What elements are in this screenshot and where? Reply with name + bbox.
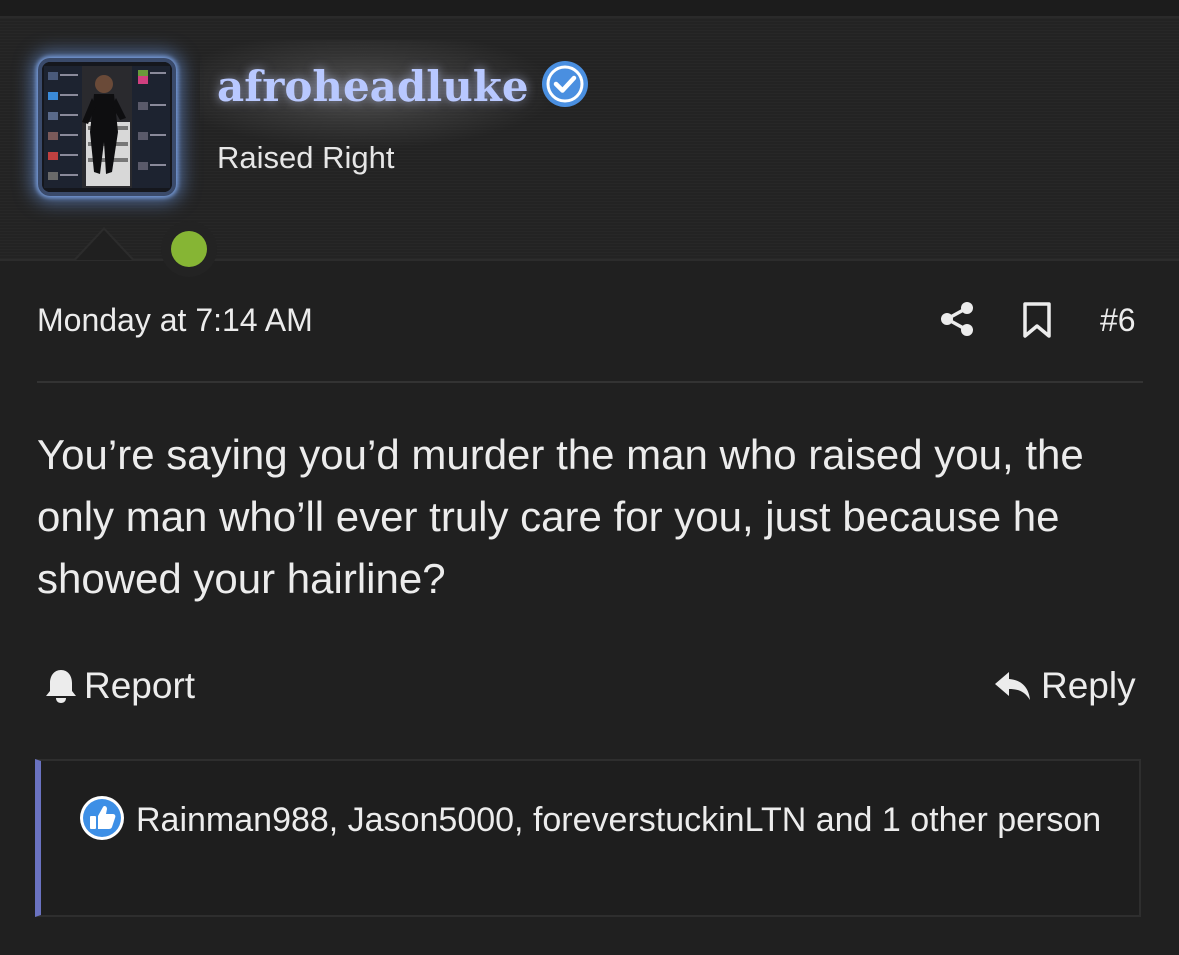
reply-arrow-icon <box>995 672 1030 700</box>
avatar[interactable] <box>38 58 217 277</box>
header-pointer <box>76 230 132 260</box>
username-link[interactable]: afroheadluke <box>217 62 529 111</box>
bell-icon <box>46 670 76 703</box>
user-title: Raised Right <box>217 140 395 175</box>
reply-button[interactable]: Reply <box>993 664 1136 708</box>
online-status-indicator <box>161 221 217 277</box>
bookmark-icon[interactable] <box>1021 302 1053 338</box>
share-icon[interactable] <box>939 301 975 337</box>
post-message: You’re saying you’d murder the man who r… <box>37 431 1084 602</box>
avatar-picture-icon <box>42 62 172 192</box>
reply-label: Reply <box>1041 665 1136 706</box>
report-label: Report <box>84 665 196 706</box>
avatar-image <box>42 62 172 192</box>
verified-check-icon <box>542 61 588 107</box>
post-number-link[interactable]: #6 <box>1100 302 1136 339</box>
post-timestamp[interactable]: Monday at 7:14 AM <box>37 302 313 339</box>
report-button[interactable]: Report <box>44 664 195 708</box>
online-status-dot <box>171 231 207 267</box>
post-divider <box>37 381 1143 383</box>
top-strip <box>0 0 1179 18</box>
reactions-bar[interactable]: Rainman988, Jason5000, foreverstuckinLTN… <box>35 759 1141 917</box>
reactions-list[interactable]: Rainman988, Jason5000, foreverstuckinLTN… <box>78 795 1118 845</box>
